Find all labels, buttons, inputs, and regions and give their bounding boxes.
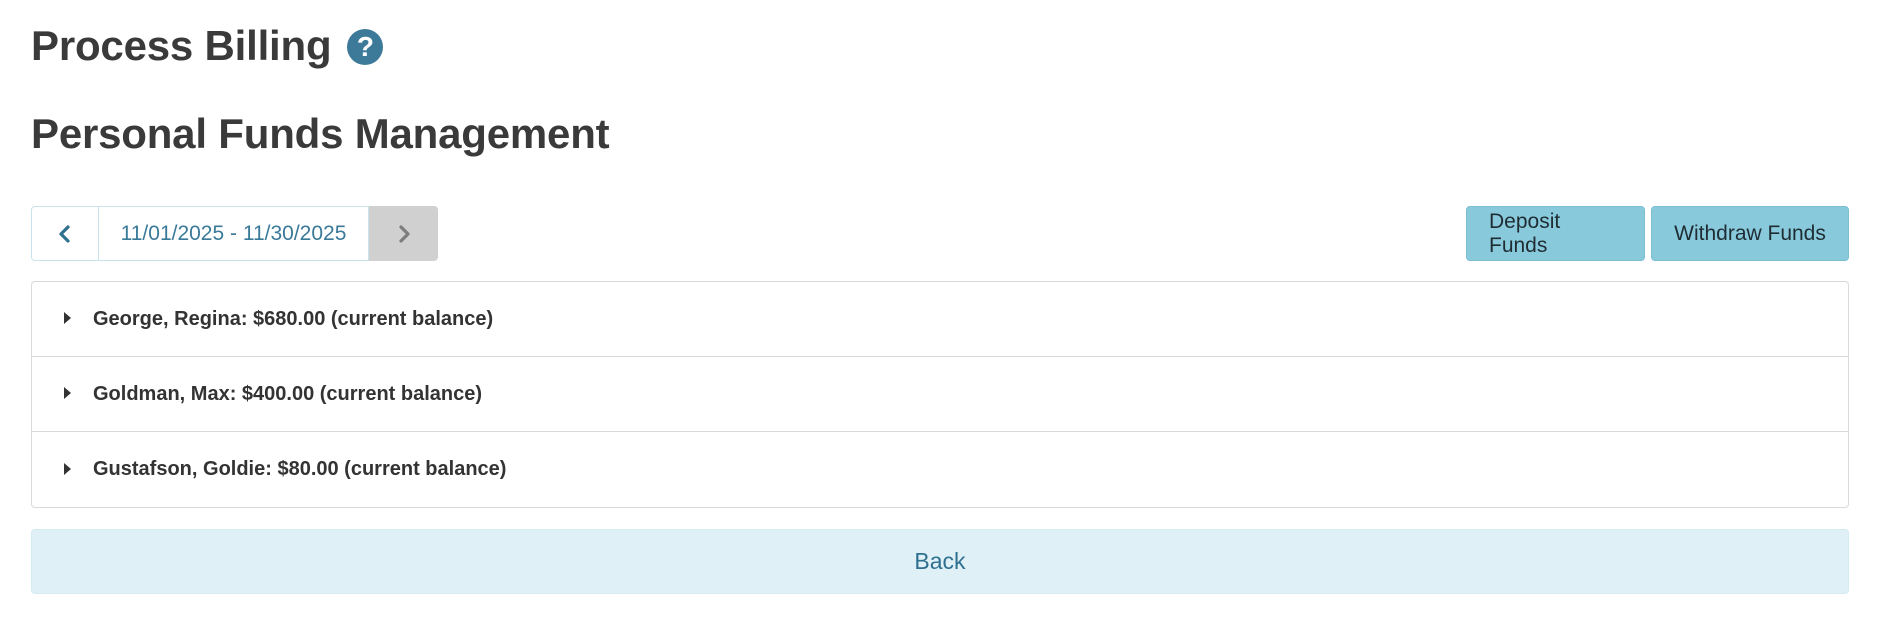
previous-period-button[interactable] xyxy=(31,206,99,261)
caret-right-icon xyxy=(64,462,71,475)
withdraw-funds-button[interactable]: Withdraw Funds xyxy=(1651,206,1849,261)
caret-right-icon xyxy=(64,387,71,399)
account-summary: Goldman, Max: $400.00 (current balance) xyxy=(93,382,483,405)
caret-right-icon xyxy=(64,312,71,324)
account-row[interactable]: George, Regina: $680.00 (current balance… xyxy=(32,282,1848,357)
action-buttons: Deposit Funds Withdraw Funds xyxy=(1466,206,1849,261)
chevron-right-icon xyxy=(398,224,410,243)
page-title: Process Billing xyxy=(31,22,332,69)
account-summary: Gustafson, Goldie: $80.00 (current balan… xyxy=(93,458,507,480)
account-row[interactable]: Goldman, Max: $400.00 (current balance) xyxy=(32,357,1848,432)
title-row: Process Billing ? xyxy=(31,22,384,70)
deposit-funds-button[interactable]: Deposit Funds xyxy=(1466,206,1645,261)
date-range-navigator: 11/01/2025 - 11/30/2025 xyxy=(31,206,438,261)
chevron-left-icon xyxy=(59,224,70,243)
toolbar: 11/01/2025 - 11/30/2025 Deposit Funds Wi… xyxy=(31,206,1849,261)
question-circle-icon[interactable]: ? xyxy=(347,29,384,65)
next-period-button[interactable] xyxy=(369,206,438,261)
back-button[interactable]: Back xyxy=(31,529,1849,594)
date-range-display[interactable]: 11/01/2025 - 11/30/2025 xyxy=(99,206,369,261)
section-title: Personal Funds Management xyxy=(31,110,610,157)
accounts-list: George, Regina: $680.00 (current balance… xyxy=(31,281,1849,508)
account-row[interactable]: Gustafson, Goldie: $80.00 (current balan… xyxy=(32,432,1848,507)
account-summary: George, Regina: $680.00 (current balance… xyxy=(93,307,494,330)
page: Process Billing ? Personal Funds Managem… xyxy=(0,0,1880,624)
